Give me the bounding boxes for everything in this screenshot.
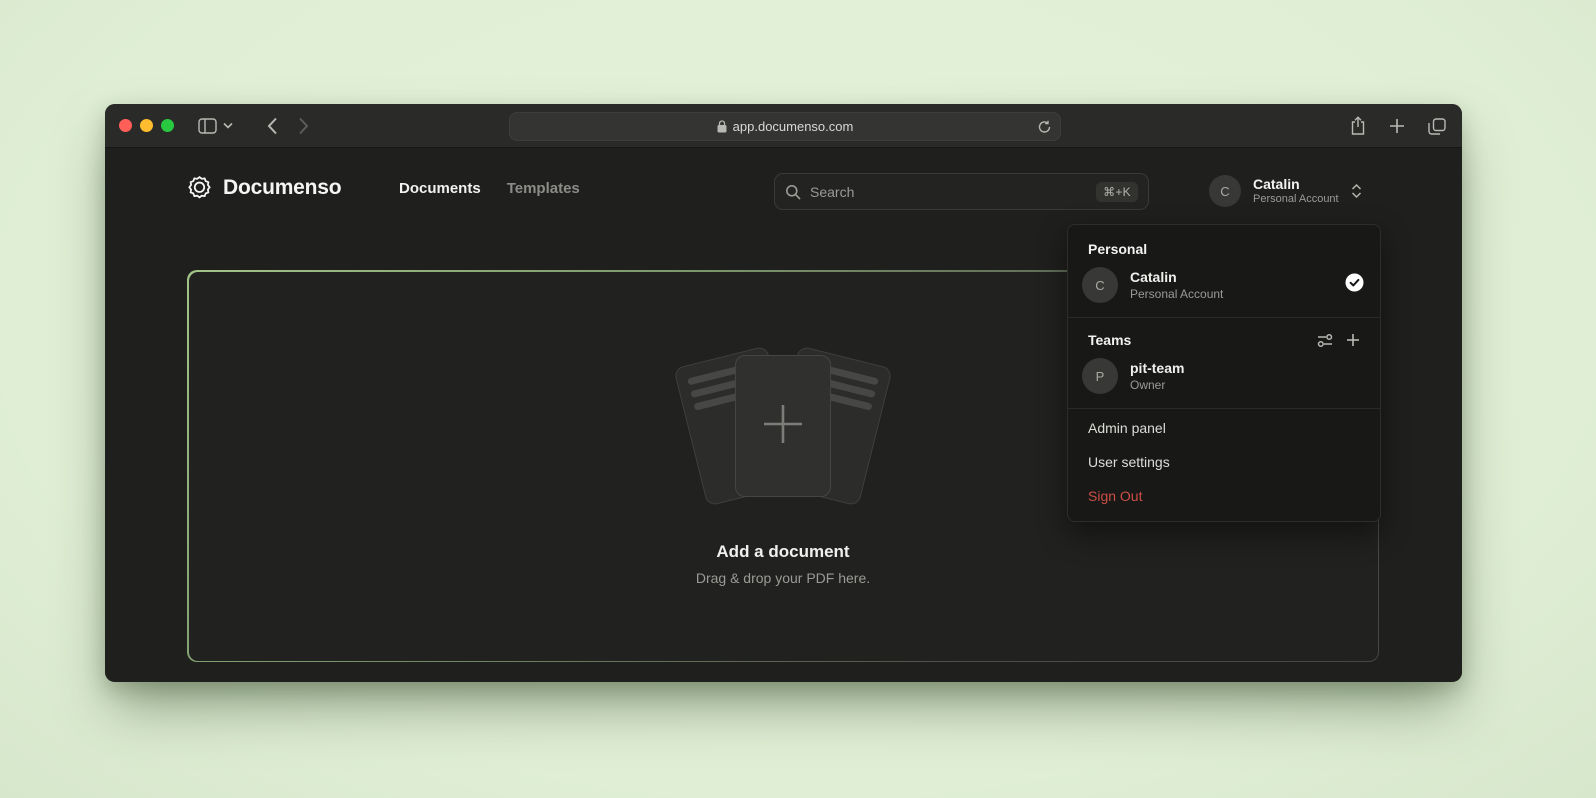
- address-bar[interactable]: app.documenso.com: [509, 112, 1061, 141]
- search-icon: [785, 184, 801, 200]
- url-text: app.documenso.com: [733, 119, 854, 134]
- team-item[interactable]: P pit-team Owner: [1068, 352, 1380, 406]
- plus-icon: [760, 401, 806, 452]
- avatar: C: [1082, 267, 1118, 303]
- sidebar-toggle-icon[interactable]: [198, 118, 217, 134]
- avatar: C: [1209, 175, 1241, 207]
- account-name: Catalin: [1253, 176, 1339, 192]
- documenso-logo-icon: [186, 174, 213, 201]
- tab-overview-icon[interactable]: [1428, 118, 1446, 135]
- main-nav: Documents Templates: [399, 180, 580, 197]
- sidebar-chevron-down-icon[interactable]: [223, 122, 233, 129]
- personal-section-label: Personal: [1068, 229, 1380, 261]
- dropzone-subtitle: Drag & drop your PDF here.: [696, 570, 870, 586]
- account-dropdown-menu: Personal C Catalin Personal Account Team…: [1067, 224, 1381, 522]
- divider: [1068, 408, 1380, 409]
- nav-templates[interactable]: Templates: [507, 180, 580, 197]
- account-type: Personal Account: [1253, 192, 1339, 206]
- item-subtitle: Personal Account: [1130, 286, 1333, 302]
- chevrons-up-down-icon: [1351, 183, 1362, 199]
- browser-window: app.documenso.com: [105, 104, 1462, 682]
- nav-documents[interactable]: Documents: [399, 180, 481, 197]
- share-icon[interactable]: [1350, 116, 1366, 136]
- menu-item-admin-panel[interactable]: Admin panel: [1068, 411, 1380, 445]
- item-name: Catalin: [1130, 269, 1333, 286]
- menu-item-sign-out[interactable]: Sign Out: [1068, 479, 1380, 513]
- item-name: pit-team: [1130, 360, 1364, 377]
- brand-name: Documenso: [223, 176, 341, 200]
- dropzone-title: Add a document: [716, 542, 849, 562]
- search-input[interactable]: [810, 184, 1087, 200]
- personal-account-item[interactable]: C Catalin Personal Account: [1068, 261, 1380, 315]
- documenso-app: Documenso Documents Templates ⌘+K C Cata…: [105, 148, 1462, 681]
- minimize-window-button[interactable]: [140, 119, 153, 132]
- account-menu-trigger[interactable]: C Catalin Personal Account: [1209, 175, 1362, 207]
- reload-icon[interactable]: [1038, 120, 1051, 134]
- menu-item-user-settings[interactable]: User settings: [1068, 445, 1380, 479]
- back-button[interactable]: [267, 117, 278, 135]
- lock-icon: [717, 120, 727, 133]
- selected-check-icon: [1345, 273, 1364, 297]
- forward-button[interactable]: [298, 117, 309, 135]
- search-bar[interactable]: ⌘+K: [774, 173, 1149, 210]
- brand[interactable]: Documenso: [186, 174, 341, 201]
- traffic-lights: [119, 119, 174, 132]
- item-subtitle: Owner: [1130, 377, 1364, 393]
- document-stack-icon: [668, 346, 898, 506]
- zoom-window-button[interactable]: [161, 119, 174, 132]
- create-team-icon[interactable]: [1346, 333, 1360, 347]
- manage-teams-icon[interactable]: [1317, 333, 1333, 348]
- avatar: P: [1082, 358, 1118, 394]
- search-shortcut-badge: ⌘+K: [1096, 182, 1138, 202]
- close-window-button[interactable]: [119, 119, 132, 132]
- new-tab-icon[interactable]: [1389, 118, 1405, 134]
- divider: [1068, 317, 1380, 318]
- teams-section-label: Teams: [1088, 332, 1317, 348]
- browser-toolbar: app.documenso.com: [105, 104, 1462, 148]
